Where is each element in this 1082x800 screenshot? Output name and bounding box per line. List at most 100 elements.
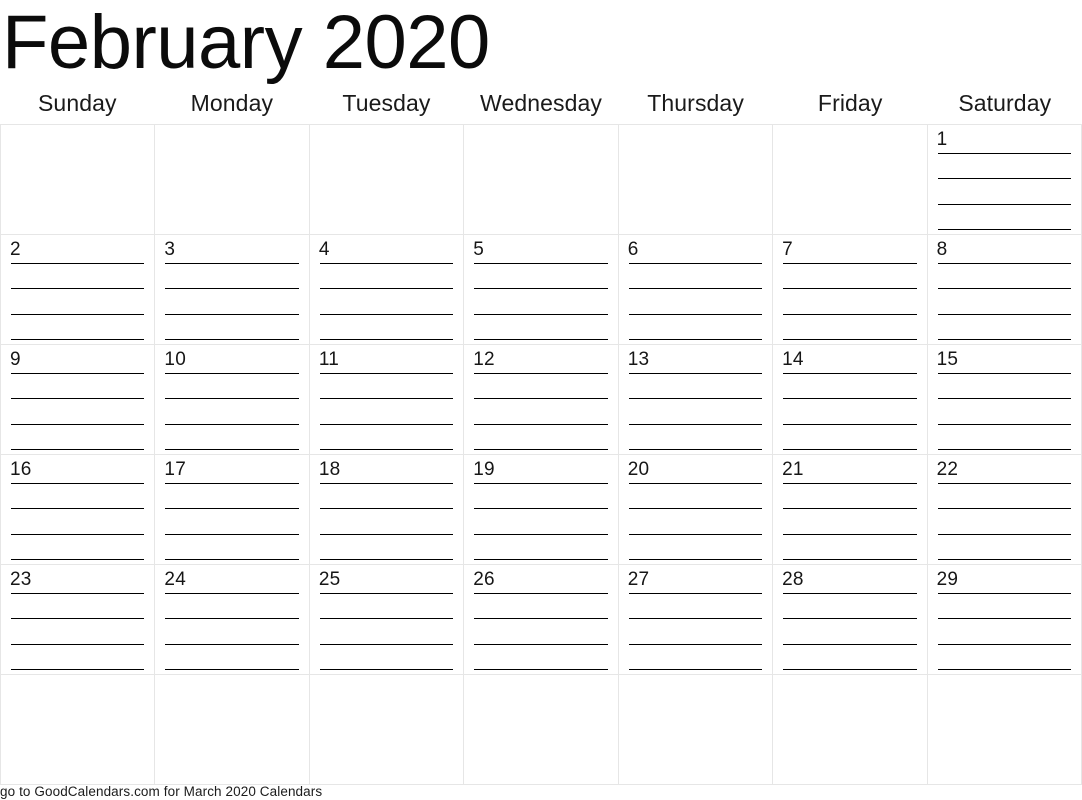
note-line[interactable] xyxy=(628,448,763,450)
note-line[interactable] xyxy=(474,263,608,264)
note-line[interactable] xyxy=(474,483,608,484)
note-line[interactable] xyxy=(628,668,763,670)
note-line[interactable] xyxy=(165,448,299,450)
note-line[interactable] xyxy=(783,558,917,560)
note-line[interactable] xyxy=(319,483,454,484)
day-cell-17[interactable]: 17 xyxy=(155,455,310,565)
day-cell-14[interactable]: 14 xyxy=(773,345,928,455)
note-line[interactable] xyxy=(11,263,145,264)
note-line[interactable] xyxy=(11,483,145,484)
note-line[interactable] xyxy=(474,643,608,645)
note-line[interactable] xyxy=(319,423,454,425)
note-line[interactable] xyxy=(783,643,917,645)
note-line[interactable] xyxy=(319,338,454,340)
note-line[interactable] xyxy=(474,618,608,620)
day-cell-19[interactable]: 19 xyxy=(464,455,619,565)
day-cell-1[interactable]: 1 xyxy=(927,125,1082,235)
day-cell-13[interactable]: 13 xyxy=(618,345,774,455)
note-line[interactable] xyxy=(319,448,454,450)
note-line[interactable] xyxy=(474,668,608,670)
note-line[interactable] xyxy=(783,398,917,400)
note-line[interactable] xyxy=(937,643,1071,645)
day-cell-23[interactable]: 23 xyxy=(1,565,156,675)
note-line[interactable] xyxy=(474,373,608,374)
note-line[interactable] xyxy=(628,483,763,484)
note-line[interactable] xyxy=(937,203,1071,205)
note-line[interactable] xyxy=(165,313,299,315)
note-line[interactable] xyxy=(937,373,1071,374)
day-cell-5[interactable]: 5 xyxy=(464,235,619,345)
day-cell-26[interactable]: 26 xyxy=(464,565,619,675)
note-line[interactable] xyxy=(937,228,1071,230)
note-line[interactable] xyxy=(783,313,917,315)
note-line[interactable] xyxy=(937,533,1071,535)
note-line[interactable] xyxy=(165,643,299,645)
note-line[interactable] xyxy=(165,338,299,340)
note-line[interactable] xyxy=(783,338,917,340)
note-line[interactable] xyxy=(11,593,145,594)
note-line[interactable] xyxy=(165,533,299,535)
day-cell-15[interactable]: 15 xyxy=(927,345,1082,455)
day-cell-9[interactable]: 9 xyxy=(1,345,156,455)
day-cell-24[interactable]: 24 xyxy=(155,565,310,675)
note-line[interactable] xyxy=(11,558,145,560)
day-cell-6[interactable]: 6 xyxy=(618,235,774,345)
note-line[interactable] xyxy=(319,373,454,374)
note-line[interactable] xyxy=(628,263,763,264)
note-line[interactable] xyxy=(165,288,299,290)
note-line[interactable] xyxy=(937,618,1071,620)
day-cell-4[interactable]: 4 xyxy=(309,235,465,345)
note-line[interactable] xyxy=(319,668,454,670)
note-line[interactable] xyxy=(474,288,608,290)
note-line[interactable] xyxy=(628,338,763,340)
day-cell-22[interactable]: 22 xyxy=(927,455,1082,565)
note-line[interactable] xyxy=(474,593,608,594)
note-line[interactable] xyxy=(319,533,454,535)
note-line[interactable] xyxy=(11,643,145,645)
day-cell-11[interactable]: 11 xyxy=(309,345,465,455)
note-line[interactable] xyxy=(165,668,299,670)
note-line[interactable] xyxy=(937,508,1071,510)
day-cell-3[interactable]: 3 xyxy=(155,235,310,345)
note-line[interactable] xyxy=(628,533,763,535)
day-cell-2[interactable]: 2 xyxy=(1,235,156,345)
note-line[interactable] xyxy=(474,313,608,315)
note-line[interactable] xyxy=(319,313,454,315)
note-line[interactable] xyxy=(937,593,1071,594)
day-cell-21[interactable]: 21 xyxy=(773,455,928,565)
note-line[interactable] xyxy=(474,398,608,400)
day-cell-12[interactable]: 12 xyxy=(464,345,619,455)
note-line[interactable] xyxy=(165,483,299,484)
note-line[interactable] xyxy=(937,483,1071,484)
note-line[interactable] xyxy=(165,398,299,400)
note-line[interactable] xyxy=(474,423,608,425)
note-line[interactable] xyxy=(165,423,299,425)
note-line[interactable] xyxy=(11,373,145,374)
note-line[interactable] xyxy=(319,508,454,510)
note-line[interactable] xyxy=(628,398,763,400)
note-line[interactable] xyxy=(319,593,454,594)
note-line[interactable] xyxy=(165,558,299,560)
note-line[interactable] xyxy=(165,508,299,510)
day-cell-8[interactable]: 8 xyxy=(927,235,1082,345)
note-line[interactable] xyxy=(628,423,763,425)
note-line[interactable] xyxy=(937,263,1071,264)
note-line[interactable] xyxy=(165,263,299,264)
note-line[interactable] xyxy=(783,373,917,374)
note-line[interactable] xyxy=(783,288,917,290)
note-line[interactable] xyxy=(628,508,763,510)
note-line[interactable] xyxy=(11,668,145,670)
note-line[interactable] xyxy=(628,593,763,594)
note-line[interactable] xyxy=(628,643,763,645)
note-line[interactable] xyxy=(319,288,454,290)
day-cell-16[interactable]: 16 xyxy=(1,455,156,565)
note-line[interactable] xyxy=(319,618,454,620)
note-line[interactable] xyxy=(937,558,1071,560)
note-line[interactable] xyxy=(319,263,454,264)
note-line[interactable] xyxy=(11,533,145,535)
note-line[interactable] xyxy=(319,558,454,560)
note-line[interactable] xyxy=(165,618,299,620)
day-cell-20[interactable]: 20 xyxy=(618,455,774,565)
note-line[interactable] xyxy=(11,313,145,315)
note-line[interactable] xyxy=(783,618,917,620)
